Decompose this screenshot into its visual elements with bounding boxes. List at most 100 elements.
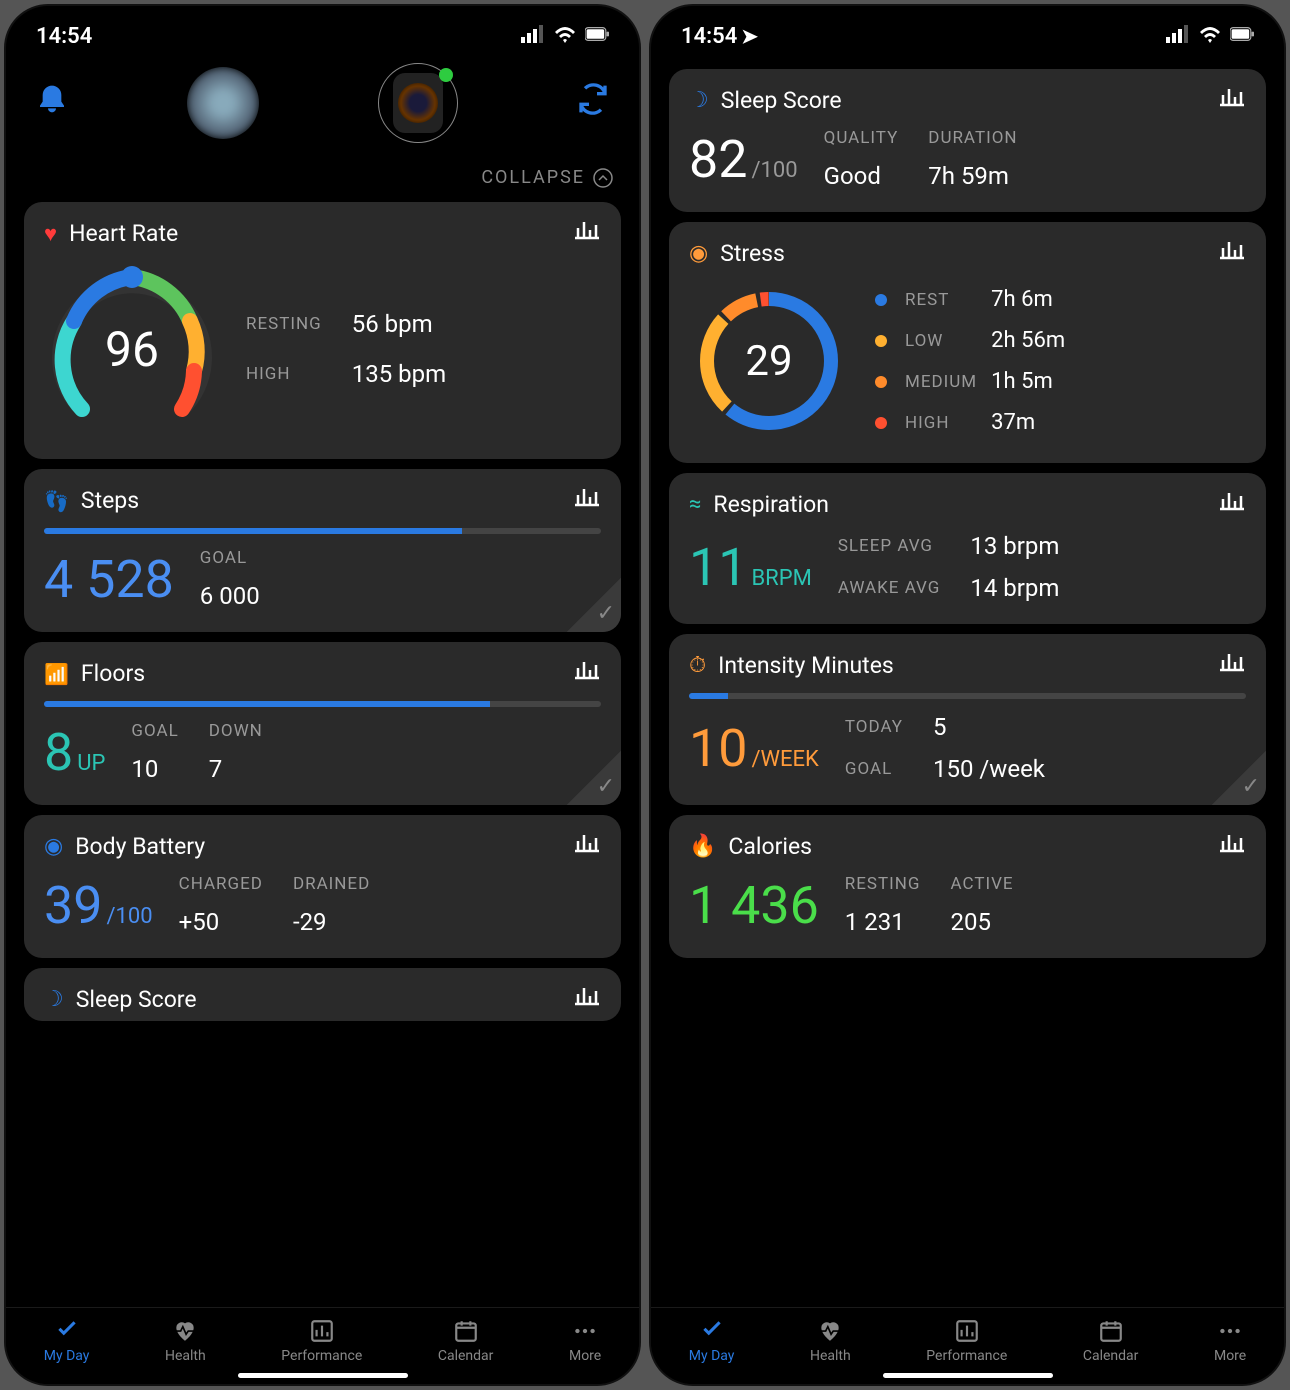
goal-value: 150 /week bbox=[933, 755, 1045, 783]
chart-icon bbox=[573, 984, 601, 1010]
card-title: Intensity Minutes bbox=[718, 652, 894, 679]
intensity-card[interactable]: ⏱ Intensity Minutes 10/WEEK TODAY 5 GOAL… bbox=[669, 634, 1266, 805]
card-title: Calories bbox=[728, 833, 812, 860]
high-value: 135 bpm bbox=[352, 360, 446, 388]
active-label: ACTIVE bbox=[951, 874, 1014, 894]
moon-icon: ☽ bbox=[689, 88, 709, 113]
sleep-avg-label: SLEEP AVG bbox=[838, 536, 941, 556]
nav-myday[interactable]: My Day bbox=[689, 1318, 735, 1364]
duration-label: DURATION bbox=[928, 128, 1017, 148]
card-title: Body Battery bbox=[75, 833, 205, 860]
notifications-icon[interactable] bbox=[36, 81, 68, 126]
body-battery-card[interactable]: ◉ Body Battery 39/100 CHARGED DRAINED +5… bbox=[24, 815, 621, 958]
charged-label: CHARGED bbox=[179, 874, 263, 894]
flame-icon: 🔥 bbox=[689, 834, 716, 859]
calories-value: 1 436 bbox=[689, 875, 819, 936]
footsteps-icon: 👣 bbox=[44, 489, 69, 513]
heart-rate-value: 96 bbox=[44, 261, 220, 437]
steps-card[interactable]: 👣 Steps 4 528 GOAL 6 000 ✓ bbox=[24, 469, 621, 632]
steps-progress bbox=[44, 528, 601, 534]
nav-calendar[interactable]: Calendar bbox=[438, 1318, 494, 1364]
check-icon: ✓ bbox=[567, 751, 621, 805]
heart-rate-gauge: 96 bbox=[44, 261, 220, 437]
cards-list[interactable]: ☽ Sleep Score 82/100 QUALITY DURATION Go… bbox=[651, 55, 1284, 1384]
body-battery-value: 39/100 bbox=[44, 875, 153, 936]
sleep-card[interactable]: ☽ Sleep Score 82/100 QUALITY DURATION Go… bbox=[669, 69, 1266, 212]
card-title: Sleep Score bbox=[721, 87, 842, 114]
sleep-card-peek[interactable]: ☽ Sleep Score bbox=[24, 968, 621, 1021]
drained-value: -29 bbox=[293, 908, 370, 936]
goal-value: 6 000 bbox=[200, 582, 277, 610]
nav-health[interactable]: Health bbox=[810, 1318, 851, 1364]
home-indicator[interactable] bbox=[883, 1373, 1053, 1378]
duration-value: 7h 59m bbox=[928, 162, 1017, 190]
charged-value: +50 bbox=[179, 908, 263, 936]
card-title: Sleep Score bbox=[76, 986, 197, 1013]
wifi-icon bbox=[553, 24, 577, 49]
phone-left: 14:54 COLLAPSE ♥ Heart Rate bbox=[4, 4, 641, 1386]
topbar bbox=[6, 55, 639, 161]
card-title: Respiration bbox=[713, 491, 829, 518]
cellular-icon bbox=[521, 24, 545, 49]
profile-avatar[interactable] bbox=[187, 67, 259, 139]
dot-rest bbox=[875, 294, 887, 306]
wifi-icon bbox=[1198, 24, 1222, 49]
dot-low bbox=[875, 335, 887, 347]
resting-value: 56 bpm bbox=[352, 310, 446, 338]
calories-card[interactable]: 🔥 Calories 1 436 RESTING ACTIVE 1 231 20… bbox=[669, 815, 1266, 958]
check-icon: ✓ bbox=[1212, 751, 1266, 805]
nav-myday[interactable]: My Day bbox=[44, 1318, 90, 1364]
respiration-card[interactable]: ≈ Respiration 11BRPM SLEEP AVG 13 brpm A… bbox=[669, 473, 1266, 624]
card-title: Steps bbox=[81, 487, 139, 514]
chart-icon bbox=[1218, 489, 1246, 515]
stress-card[interactable]: ◉ Stress 29 bbox=[669, 222, 1266, 463]
cards-list[interactable]: ♥ Heart Rate 96 bbox=[6, 192, 639, 1384]
nav-more[interactable]: More bbox=[1214, 1318, 1246, 1364]
nav-performance[interactable]: Performance bbox=[926, 1318, 1007, 1364]
device-selector[interactable] bbox=[378, 63, 458, 143]
location-icon: ➤ bbox=[741, 24, 758, 48]
nav-more[interactable]: More bbox=[569, 1318, 601, 1364]
intensity-value: 10/WEEK bbox=[689, 718, 819, 779]
goal-label: GOAL bbox=[131, 721, 178, 741]
heart-rate-card[interactable]: ♥ Heart Rate 96 bbox=[24, 202, 621, 459]
nav-calendar[interactable]: Calendar bbox=[1083, 1318, 1139, 1364]
stress-value: 29 bbox=[689, 281, 849, 441]
collapse-label: COLLAPSE bbox=[481, 167, 585, 188]
card-title: Heart Rate bbox=[69, 220, 178, 247]
phone-right: 14:54➤ ☽ Sleep Score 82/100 QUALITY DURA… bbox=[649, 4, 1286, 1386]
nav-performance[interactable]: Performance bbox=[281, 1318, 362, 1364]
card-title: Stress bbox=[720, 240, 785, 267]
quality-label: QUALITY bbox=[824, 128, 899, 148]
check-icon: ✓ bbox=[567, 578, 621, 632]
battery-icon bbox=[585, 24, 609, 49]
goal-label: GOAL bbox=[200, 548, 247, 568]
sync-icon[interactable] bbox=[577, 83, 609, 123]
resting-value: 1 231 bbox=[845, 908, 921, 936]
down-value: 7 bbox=[209, 755, 263, 783]
chart-icon bbox=[573, 658, 601, 684]
cellular-icon bbox=[1166, 24, 1190, 49]
floors-card[interactable]: 📶 Floors 8UP GOAL DOWN 10 7 ✓ bbox=[24, 642, 621, 805]
sleep-value: 82/100 bbox=[689, 129, 798, 190]
body-battery-icon: ◉ bbox=[44, 834, 63, 859]
collapse-button[interactable]: COLLAPSE bbox=[6, 161, 639, 192]
dot-high bbox=[875, 417, 887, 429]
home-indicator[interactable] bbox=[238, 1373, 408, 1378]
clock: 14:54 bbox=[36, 24, 92, 49]
intensity-progress bbox=[689, 693, 1246, 699]
quality-value: Good bbox=[824, 162, 899, 190]
goal-label: GOAL bbox=[845, 759, 903, 779]
today-value: 5 bbox=[933, 713, 1045, 741]
high-label: HIGH bbox=[246, 364, 322, 384]
heart-icon: ♥ bbox=[44, 221, 57, 247]
chart-icon bbox=[573, 218, 601, 244]
stopwatch-icon: ⏱ bbox=[689, 653, 706, 678]
down-label: DOWN bbox=[209, 721, 263, 741]
card-title: Floors bbox=[81, 660, 145, 687]
resting-label: RESTING bbox=[246, 314, 322, 334]
chart-icon bbox=[573, 831, 601, 857]
nav-health[interactable]: Health bbox=[165, 1318, 206, 1364]
chart-icon bbox=[1218, 831, 1246, 857]
sleep-avg-value: 13 brpm bbox=[970, 532, 1059, 560]
